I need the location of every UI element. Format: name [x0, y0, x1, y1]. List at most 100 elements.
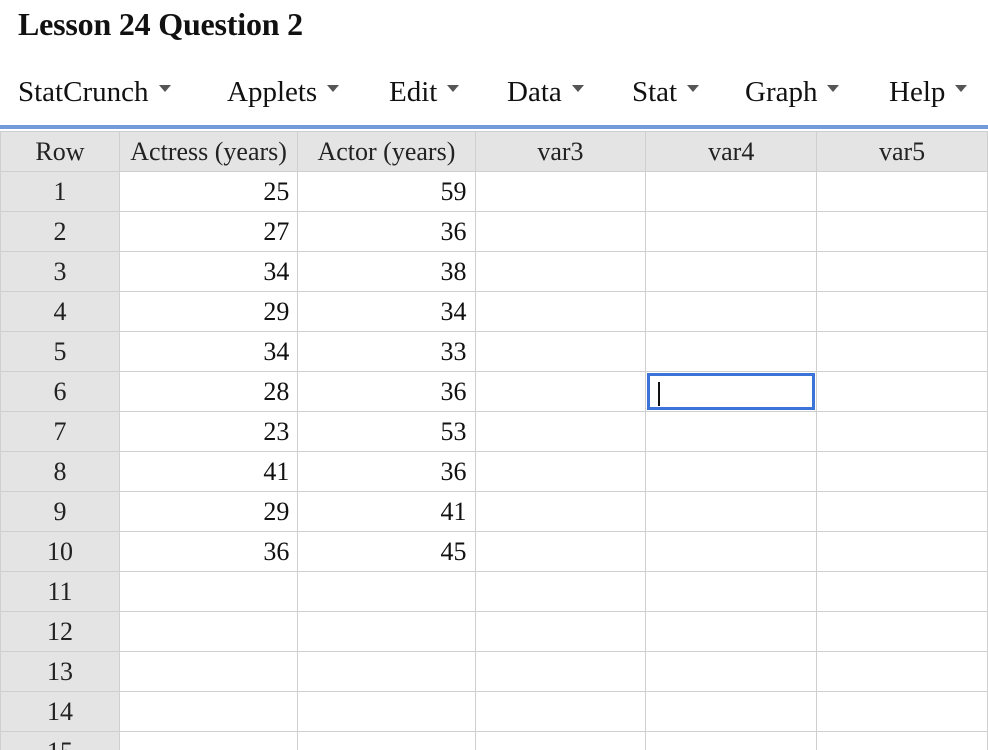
cell-actor[interactable]: 45 — [297, 531, 476, 572]
cell-var3[interactable] — [474, 611, 647, 652]
cell-var5[interactable] — [816, 371, 988, 412]
row-number[interactable]: 1 — [0, 171, 120, 212]
cell-actress[interactable] — [118, 571, 299, 612]
cell-var5[interactable] — [816, 211, 988, 252]
cell-actor[interactable]: 59 — [297, 171, 476, 212]
cell-actor[interactable]: 34 — [297, 291, 476, 332]
menu-statcrunch[interactable]: StatCrunch — [18, 68, 171, 116]
cell-actress[interactable]: 27 — [118, 211, 299, 252]
cell-actor[interactable]: 36 — [297, 211, 476, 252]
cell-var4[interactable] — [645, 451, 818, 492]
row-number[interactable]: 4 — [0, 291, 120, 332]
cell-actor[interactable]: 36 — [297, 451, 476, 492]
cell-actress[interactable]: 23 — [118, 411, 299, 452]
cell-var3[interactable] — [474, 531, 647, 572]
cell-var5[interactable] — [816, 331, 988, 372]
column-header-row[interactable]: Row — [0, 131, 120, 172]
row-number[interactable]: 10 — [0, 531, 120, 572]
cell-var3[interactable] — [474, 211, 647, 252]
row-number[interactable]: 6 — [0, 371, 120, 412]
cell-actress[interactable]: 36 — [118, 531, 299, 572]
cell-actress[interactable]: 34 — [118, 251, 299, 292]
cell-var3[interactable] — [474, 331, 647, 372]
cell-actor[interactable] — [297, 571, 476, 612]
cell-var4[interactable] — [645, 331, 818, 372]
cell-var3[interactable] — [474, 411, 647, 452]
menu-data[interactable]: Data — [507, 68, 584, 116]
cell-var4[interactable] — [645, 731, 818, 750]
cell-var4-selected[interactable] — [645, 371, 818, 412]
cell-actress[interactable]: 29 — [118, 491, 299, 532]
cell-actress[interactable] — [118, 691, 299, 732]
cell-var4[interactable] — [645, 611, 818, 652]
cell-actress[interactable] — [118, 651, 299, 692]
cell-var4[interactable] — [645, 651, 818, 692]
cell-var3[interactable] — [474, 571, 647, 612]
cell-var3[interactable] — [474, 491, 647, 532]
cell-actor[interactable] — [297, 651, 476, 692]
cell-var4[interactable] — [645, 531, 818, 572]
cell-var5[interactable] — [816, 731, 988, 750]
cell-var3[interactable] — [474, 691, 647, 732]
menu-stat[interactable]: Stat — [632, 68, 700, 116]
cell-var4[interactable] — [645, 211, 818, 252]
cell-actress[interactable]: 29 — [118, 291, 299, 332]
row-number[interactable]: 9 — [0, 491, 120, 532]
cell-var5[interactable] — [816, 291, 988, 332]
cell-actor[interactable]: 53 — [297, 411, 476, 452]
cell-var4[interactable] — [645, 411, 818, 452]
row-number[interactable]: 13 — [0, 651, 120, 692]
column-header-var4[interactable]: var4 — [645, 131, 818, 172]
menu-graph[interactable]: Graph — [745, 68, 840, 116]
cell-actor[interactable]: 38 — [297, 251, 476, 292]
cell-actor[interactable]: 41 — [297, 491, 476, 532]
cell-var4[interactable] — [645, 691, 818, 732]
cell-var5[interactable] — [816, 411, 988, 452]
cell-var5[interactable] — [816, 171, 988, 212]
column-header-var3[interactable]: var3 — [474, 131, 647, 172]
row-number[interactable]: 2 — [0, 211, 120, 252]
cell-actor[interactable]: 36 — [297, 371, 476, 412]
row-number[interactable]: 7 — [0, 411, 120, 452]
column-header-actor[interactable]: Actor (years) — [297, 131, 476, 172]
cell-var4[interactable] — [645, 491, 818, 532]
cell-var4[interactable] — [645, 251, 818, 292]
cell-actress[interactable]: 25 — [118, 171, 299, 212]
cell-actress[interactable] — [118, 731, 299, 750]
cell-var3[interactable] — [474, 251, 647, 292]
menu-applets[interactable]: Applets — [227, 68, 340, 116]
cell-var5[interactable] — [816, 451, 988, 492]
cell-var5[interactable] — [816, 691, 988, 732]
row-number[interactable]: 15 — [0, 731, 120, 750]
cell-var4[interactable] — [645, 171, 818, 212]
row-number[interactable]: 14 — [0, 691, 120, 732]
cell-var5[interactable] — [816, 251, 988, 292]
cell-var5[interactable] — [816, 611, 988, 652]
cell-var5[interactable] — [816, 531, 988, 572]
column-header-actress[interactable]: Actress (years) — [118, 131, 299, 172]
menu-edit[interactable]: Edit — [389, 68, 460, 116]
cell-var3[interactable] — [474, 731, 647, 750]
cell-var5[interactable] — [816, 571, 988, 612]
cell-var5[interactable] — [816, 491, 988, 532]
cell-var5[interactable] — [816, 651, 988, 692]
cell-var4[interactable] — [645, 571, 818, 612]
column-header-var5[interactable]: var5 — [816, 131, 988, 172]
cell-actress[interactable]: 34 — [118, 331, 299, 372]
cell-actress[interactable]: 28 — [118, 371, 299, 412]
cell-actor[interactable]: 33 — [297, 331, 476, 372]
cell-actor[interactable] — [297, 611, 476, 652]
row-number[interactable]: 3 — [0, 251, 120, 292]
menu-help[interactable]: Help — [889, 68, 968, 116]
cell-var3[interactable] — [474, 451, 647, 492]
row-number[interactable]: 12 — [0, 611, 120, 652]
row-number[interactable]: 8 — [0, 451, 120, 492]
cell-actor[interactable] — [297, 691, 476, 732]
cell-var3[interactable] — [474, 291, 647, 332]
cell-var4[interactable] — [645, 291, 818, 332]
cell-actress[interactable] — [118, 611, 299, 652]
cell-var3[interactable] — [474, 371, 647, 412]
cell-actor[interactable] — [297, 731, 476, 750]
cell-var3[interactable] — [474, 171, 647, 212]
row-number[interactable]: 11 — [0, 571, 120, 612]
